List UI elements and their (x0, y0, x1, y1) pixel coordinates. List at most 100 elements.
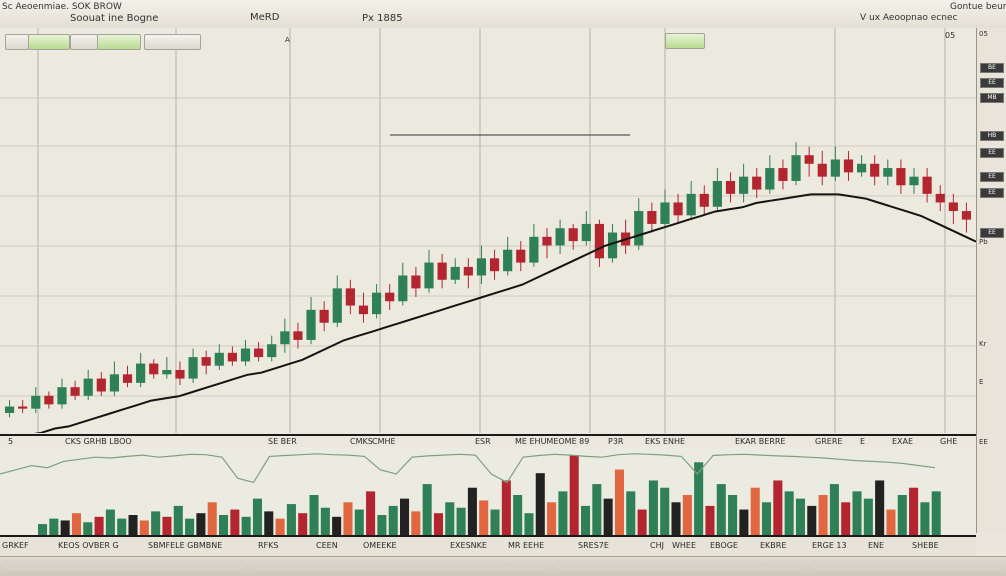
volume-bar (275, 518, 285, 535)
candle-body (175, 370, 185, 379)
price-chart[interactable]: A 05 (0, 28, 977, 441)
volume-bar (558, 491, 568, 535)
candle-body (594, 223, 605, 259)
panel-label-1: 05 (979, 30, 988, 38)
volume-bar (117, 518, 127, 535)
volume-bar (931, 491, 941, 535)
panel-marker-4[interactable]: HB (980, 131, 1004, 141)
axis-label: ENE (868, 541, 885, 550)
candle-body (345, 288, 355, 306)
candle-body (319, 309, 329, 323)
toolbar-button-4[interactable] (97, 34, 141, 50)
axis-label: P3R (608, 437, 624, 446)
status-segment (556, 561, 806, 570)
volume-bar (377, 515, 387, 535)
panel-label-3: Kr (979, 340, 987, 348)
volume-bar (535, 473, 545, 535)
panel-marker-2[interactable]: EE (980, 78, 1004, 88)
candle-body (686, 193, 696, 216)
candle-body (752, 176, 762, 190)
candle-body (83, 378, 93, 396)
candle-body (424, 262, 434, 289)
candle-body (896, 168, 906, 186)
axis-label: GRERE (815, 437, 843, 446)
candle-body (70, 387, 80, 396)
volume-bar (60, 520, 70, 535)
axis-label: EXAE (892, 437, 914, 446)
volume-bar (569, 455, 579, 535)
candle-body (647, 211, 657, 224)
volume-bar (716, 484, 726, 535)
toolbar-button-2[interactable] (28, 34, 70, 50)
candle-body (4, 406, 15, 413)
volume-bar (309, 495, 319, 535)
panel-marker-1[interactable]: BE (980, 63, 1004, 73)
volume-bar (750, 487, 760, 535)
candle-body (778, 168, 788, 181)
axis-label: WHEE (672, 541, 697, 550)
volume-bar (433, 513, 443, 535)
candle-body (31, 395, 41, 409)
volume-bar (128, 515, 138, 535)
panel-marker-7[interactable]: EE (980, 188, 1004, 198)
volume-bar (875, 480, 885, 535)
time-axis-lower: GRKEF KEOS OVBER G SBMFELE GBMBNE RFKS C… (0, 535, 976, 557)
candle-body (149, 363, 159, 375)
volume-bar (648, 480, 658, 535)
volume-bar (592, 484, 602, 535)
volume-bar (818, 495, 828, 535)
panel-marker-5[interactable]: EE (980, 148, 1004, 158)
volume-bar (547, 502, 557, 535)
tab-chart[interactable]: MeRD (250, 12, 279, 23)
volume-bar (422, 484, 432, 535)
axis-label: CMHE (372, 437, 396, 446)
candle-body (568, 228, 578, 242)
candle-body (791, 155, 801, 181)
toolbar-button-1[interactable] (5, 34, 29, 50)
candle-body (843, 159, 854, 173)
volume-bar (739, 509, 749, 535)
axis-label: RFKS (258, 541, 279, 550)
axis-label: SE BER (268, 437, 297, 446)
volume-bar (637, 509, 647, 535)
status-segment (250, 561, 550, 570)
candle-body (44, 395, 54, 405)
axis-label: 5 (8, 437, 14, 446)
volume-bar (909, 487, 919, 535)
candle-body (830, 159, 840, 177)
candle-body (673, 202, 683, 216)
volume-bar (705, 505, 715, 535)
volume-bar (513, 495, 523, 535)
axis-label: SRES7E (578, 541, 609, 550)
volume-bar (320, 507, 330, 535)
candle-body (489, 258, 500, 272)
axis-label: GHE (940, 437, 958, 446)
panel-label-4: E (979, 378, 984, 386)
panel-marker-8[interactable]: EE (980, 228, 1004, 238)
axis-label: MR EEHE (508, 541, 545, 550)
toolbar-button-6[interactable] (665, 33, 705, 49)
axis-label: CEEN (316, 541, 338, 550)
candle-body (162, 370, 172, 375)
toolbar-button-3[interactable] (70, 34, 98, 50)
trading-app-window: Sc Aeoenmiae. SOK BROW Soouat ine Bogne … (0, 0, 1006, 576)
volume-bar (682, 495, 692, 535)
candle-body (817, 163, 827, 177)
volume-bar (71, 513, 81, 535)
candle-body (267, 344, 277, 358)
candle-body (883, 168, 893, 177)
toolbar-button-5[interactable] (144, 34, 201, 50)
volume-bar (445, 502, 455, 535)
panel-marker-3[interactable]: MB (980, 93, 1004, 103)
candle-body (634, 211, 644, 246)
price-display: Px 1885 (362, 13, 403, 24)
corner-label: 05 (945, 31, 956, 40)
candle-body (214, 352, 224, 366)
candle-body (201, 357, 211, 366)
volume-bar (920, 502, 930, 535)
candle-body (922, 176, 932, 194)
panel-marker-6[interactable]: EE (980, 172, 1004, 182)
candle-body (254, 348, 264, 358)
volume-panel[interactable] (0, 447, 976, 535)
axis-label: E (860, 437, 866, 446)
